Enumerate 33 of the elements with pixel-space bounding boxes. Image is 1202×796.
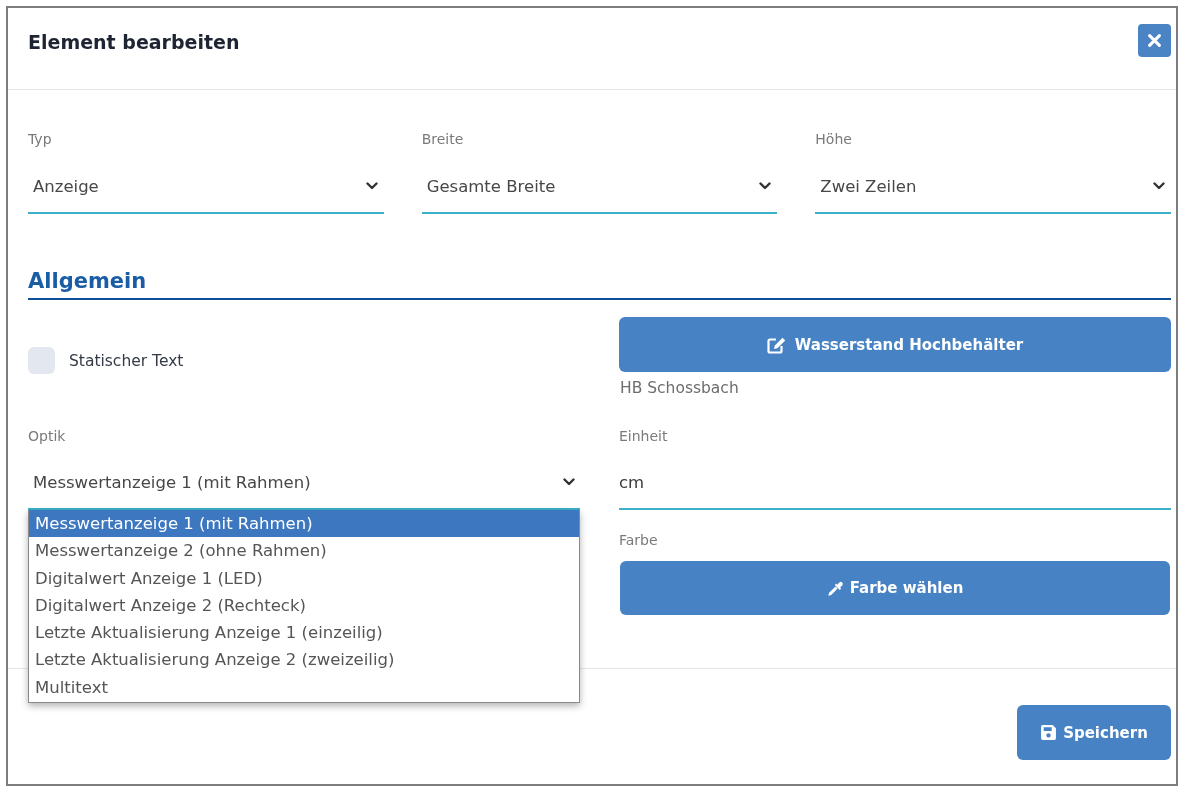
- color-picker-button[interactable]: Farbe wählen: [620, 561, 1170, 615]
- chevron-down-icon: [1153, 182, 1165, 190]
- input-field[interactable]: cm: [619, 456, 1171, 510]
- field-label: Farbe: [619, 531, 658, 550]
- eyedropper-icon: [826, 579, 844, 597]
- dropdown-option[interactable]: Digitalwert Anzeige 2 (Rechteck): [29, 591, 579, 620]
- checkbox-label: Statischer Text: [69, 351, 184, 370]
- dropdown-option[interactable]: Multitext: [29, 673, 579, 702]
- select-field[interactable]: Zwei Zeilen: [815, 160, 1171, 214]
- dropdown-option[interactable]: Messwertanzeige 2 (ohne Rahmen): [29, 537, 579, 565]
- select-field[interactable]: Anzeige: [28, 160, 384, 214]
- field-label: Typ: [28, 130, 52, 149]
- dropdown-option[interactable]: Letzte Aktualisierung Anzeige 2 (zweizeilig): [29, 646, 579, 674]
- dropdown-option[interactable]: Letzte Aktualisierung Anzeige 1 (einzeilig): [29, 619, 579, 647]
- dropdown-option[interactable]: Messwertanzeige 1 (mit Rahmen): [29, 510, 579, 538]
- field-label: Breite: [421, 130, 464, 149]
- checkbox[interactable]: [28, 347, 55, 374]
- chevron-down-icon: [759, 182, 772, 190]
- close-icon: [1148, 34, 1161, 47]
- section-heading: Allgemein: [28, 269, 147, 293]
- data-point-button[interactable]: Wasserstand Hochbehälter: [619, 317, 1171, 372]
- edit-icon: [766, 335, 787, 354]
- chevron-down-icon: [563, 478, 575, 486]
- select-field[interactable]: Gesamte Breite: [421, 160, 778, 214]
- field-label: Höhe: [815, 130, 852, 149]
- data-point-caption: HB Schossbach: [619, 378, 739, 398]
- chevron-down-icon: [365, 182, 378, 190]
- field-label: Einheit: [619, 427, 668, 446]
- dropdown-option[interactable]: Digitalwert Anzeige 1 (LED): [29, 564, 579, 592]
- dialog-title: Element bearbeiten: [28, 30, 240, 55]
- save-button[interactable]: Speichern: [1017, 705, 1171, 760]
- close-button[interactable]: [1138, 24, 1171, 57]
- field-label: Optik: [28, 427, 66, 446]
